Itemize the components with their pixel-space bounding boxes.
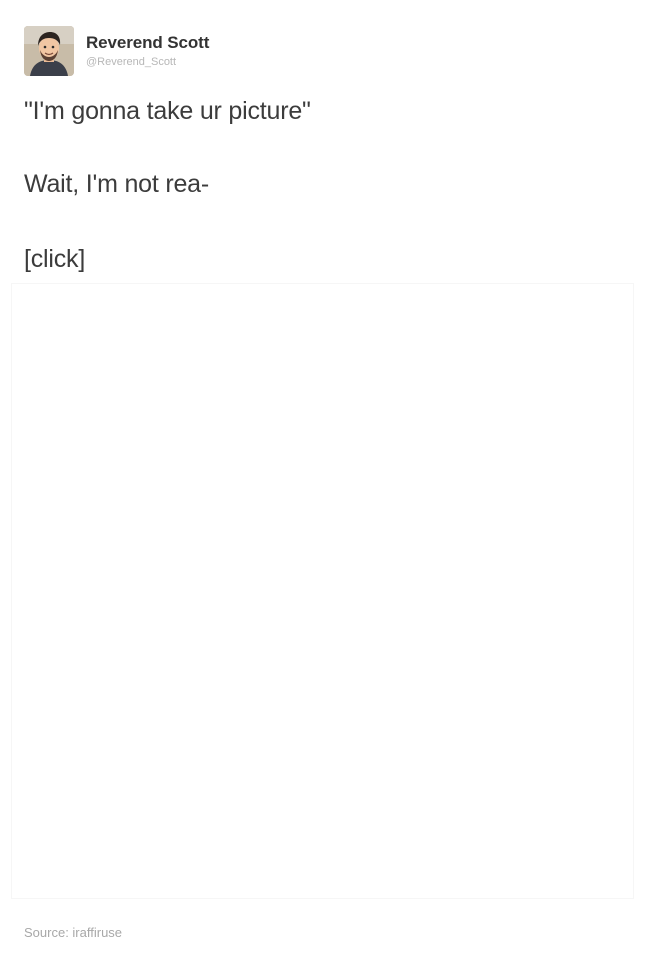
blank-photo-area xyxy=(11,283,634,899)
source-link[interactable]: Source: iraffiruse xyxy=(24,925,122,940)
author-display-name[interactable]: Reverend Scott xyxy=(86,34,209,51)
post-header: Reverend Scott @Reverend_Scott xyxy=(24,26,209,76)
author-names: Reverend Scott @Reverend_Scott xyxy=(86,34,209,68)
user-avatar-icon[interactable] xyxy=(24,26,74,76)
tweet-text-line-3: [click] xyxy=(24,245,86,273)
author-handle[interactable]: @Reverend_Scott xyxy=(86,57,209,68)
tweet-text-line-1: "I'm gonna take ur picture" xyxy=(24,97,311,125)
tweet-text-line-2: Wait, I'm not rea- xyxy=(24,170,210,198)
tumblr-post: Reverend Scott @Reverend_Scott "I'm gonn… xyxy=(0,0,663,960)
